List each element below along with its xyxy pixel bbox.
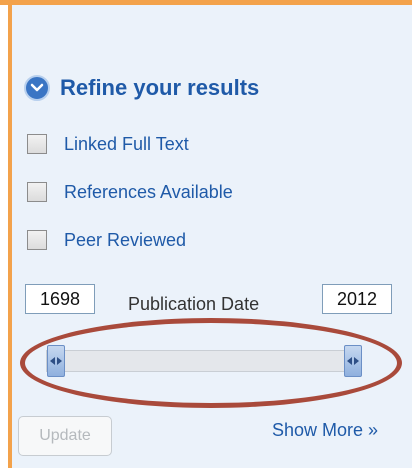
start-year-input[interactable]: 1698 — [25, 284, 95, 314]
refine-title: Refine your results — [60, 75, 260, 100]
app-frame: Refine your results Linked Full Text Ref… — [0, 0, 412, 468]
peer-reviewed-checkbox[interactable] — [27, 230, 47, 250]
slider-start-handle[interactable] — [47, 345, 65, 377]
facet-peer-reviewed[interactable]: Peer Reviewed — [27, 227, 186, 253]
slider-end-handle[interactable] — [344, 345, 362, 377]
refine-header[interactable]: Refine your results — [24, 72, 259, 104]
show-more-link[interactable]: Show More » — [272, 420, 378, 441]
facet-linked-full-text[interactable]: Linked Full Text — [27, 131, 189, 157]
date-range-slider-track[interactable] — [46, 350, 362, 372]
chevron-down-circle-icon[interactable] — [24, 75, 50, 101]
references-available-checkbox[interactable] — [27, 182, 47, 202]
update-button[interactable]: Update — [18, 416, 112, 456]
publication-date-label: Publication Date — [128, 294, 260, 314]
facet-label[interactable]: References Available — [64, 182, 233, 203]
facet-references-available[interactable]: References Available — [27, 179, 233, 205]
linked-full-text-checkbox[interactable] — [27, 134, 47, 154]
double-arrow-icon — [50, 357, 62, 365]
facet-label[interactable]: Linked Full Text — [64, 134, 189, 155]
double-arrow-icon — [347, 357, 359, 365]
end-year-input[interactable]: 2012 — [322, 284, 392, 314]
facet-label[interactable]: Peer Reviewed — [64, 230, 186, 251]
